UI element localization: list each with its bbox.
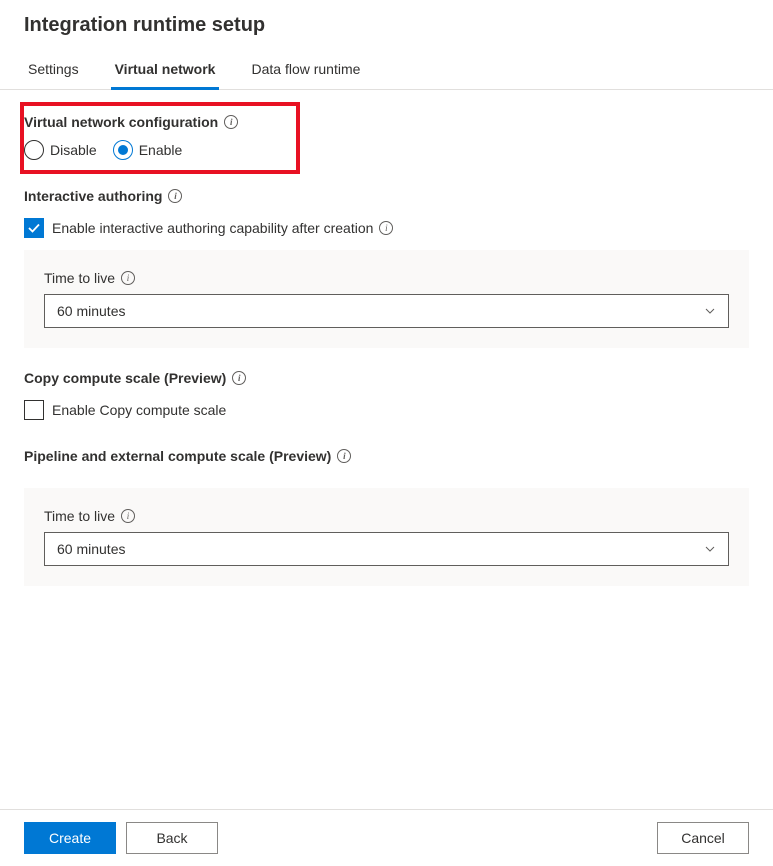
create-button[interactable]: Create bbox=[24, 822, 116, 854]
info-icon[interactable]: i bbox=[232, 371, 246, 385]
pipeline-ttl-dropdown-value: 60 minutes bbox=[57, 541, 125, 557]
vnet-radio-group: Disable Enable bbox=[24, 140, 290, 160]
footer-left: Create Back bbox=[24, 822, 218, 854]
vnet-config-label: Virtual network configuration i bbox=[24, 114, 238, 130]
copy-compute-checkbox-label: Enable Copy compute scale bbox=[52, 402, 226, 418]
interactive-authoring-checkbox-row: Enable interactive authoring capability … bbox=[24, 218, 749, 238]
radio-enable[interactable]: Enable bbox=[113, 140, 183, 160]
info-icon[interactable]: i bbox=[224, 115, 238, 129]
radio-enable-circle bbox=[113, 140, 133, 160]
pipeline-compute-label-text: Pipeline and external compute scale (Pre… bbox=[24, 448, 331, 464]
radio-disable-circle bbox=[24, 140, 44, 160]
interactive-authoring-section: Interactive authoring i Enable interacti… bbox=[24, 188, 749, 348]
vnet-config-label-text: Virtual network configuration bbox=[24, 114, 218, 130]
interactive-authoring-checkbox-text: Enable interactive authoring capability … bbox=[52, 220, 373, 236]
back-button[interactable]: Back bbox=[126, 822, 218, 854]
copy-compute-label: Copy compute scale (Preview) i bbox=[24, 370, 246, 386]
info-icon[interactable]: i bbox=[337, 449, 351, 463]
interactive-authoring-label-text: Interactive authoring bbox=[24, 188, 162, 204]
interactive-authoring-checkbox-label: Enable interactive authoring capability … bbox=[52, 220, 393, 236]
info-icon[interactable]: i bbox=[379, 221, 393, 235]
tab-virtual-network[interactable]: Virtual network bbox=[111, 53, 220, 90]
info-icon[interactable]: i bbox=[121, 271, 135, 285]
page-title: Integration runtime setup bbox=[0, 0, 773, 47]
tab-data-flow-runtime[interactable]: Data flow runtime bbox=[247, 53, 364, 90]
copy-compute-checkbox[interactable] bbox=[24, 400, 44, 420]
footer: Create Back Cancel bbox=[0, 809, 773, 866]
ttl-label-text: Time to live bbox=[44, 270, 115, 286]
radio-disable-label: Disable bbox=[50, 142, 97, 158]
vnet-highlight-box: Virtual network configuration i Disable … bbox=[20, 102, 300, 174]
ttl-dropdown-value: 60 minutes bbox=[57, 303, 125, 319]
pipeline-compute-label: Pipeline and external compute scale (Pre… bbox=[24, 448, 351, 464]
interactive-authoring-panel: Time to live i 60 minutes bbox=[24, 250, 749, 348]
pipeline-compute-panel: Time to live i 60 minutes bbox=[24, 488, 749, 586]
radio-disable[interactable]: Disable bbox=[24, 140, 97, 160]
check-icon bbox=[27, 221, 41, 235]
cancel-button[interactable]: Cancel bbox=[657, 822, 749, 854]
interactive-authoring-label: Interactive authoring i bbox=[24, 188, 182, 204]
info-icon[interactable]: i bbox=[121, 509, 135, 523]
copy-compute-checkbox-row: Enable Copy compute scale bbox=[24, 400, 749, 420]
pipeline-ttl-label: Time to live i bbox=[44, 508, 135, 524]
chevron-down-icon bbox=[704, 543, 716, 555]
copy-compute-label-text: Copy compute scale (Preview) bbox=[24, 370, 226, 386]
info-icon[interactable]: i bbox=[168, 189, 182, 203]
ttl-dropdown[interactable]: 60 minutes bbox=[44, 294, 729, 328]
interactive-authoring-checkbox[interactable] bbox=[24, 218, 44, 238]
pipeline-ttl-label-text: Time to live bbox=[44, 508, 115, 524]
copy-compute-section: Copy compute scale (Preview) i Enable Co… bbox=[24, 370, 749, 420]
chevron-down-icon bbox=[704, 305, 716, 317]
pipeline-compute-section: Pipeline and external compute scale (Pre… bbox=[24, 448, 749, 586]
tabs: Settings Virtual network Data flow runti… bbox=[0, 53, 773, 90]
tab-settings[interactable]: Settings bbox=[24, 53, 83, 90]
ttl-label: Time to live i bbox=[44, 270, 135, 286]
radio-enable-label: Enable bbox=[139, 142, 183, 158]
pipeline-ttl-dropdown[interactable]: 60 minutes bbox=[44, 532, 729, 566]
